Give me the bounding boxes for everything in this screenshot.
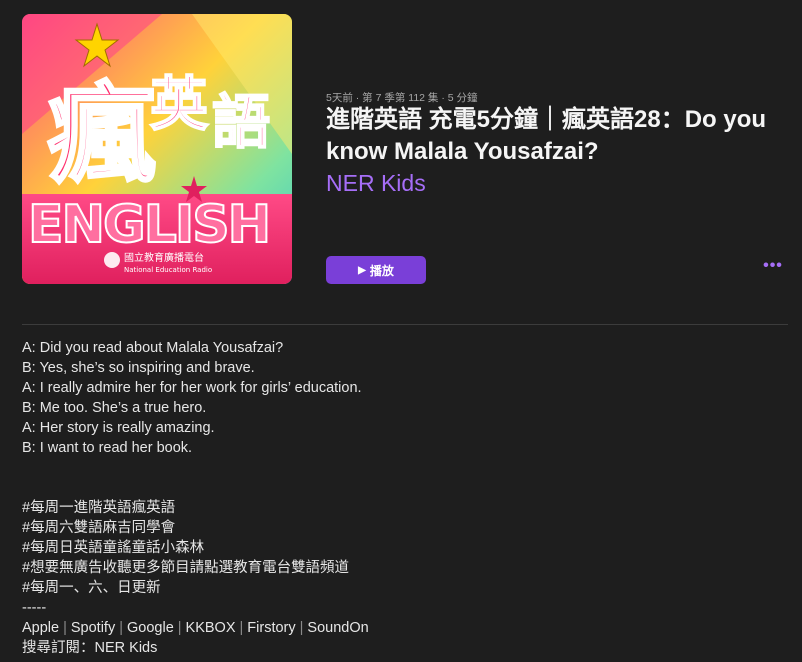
dialogue-line: A: I really admire her for her work for … xyxy=(22,380,362,396)
platform-soundon: SoundOn xyxy=(307,620,369,636)
hashtag-line: #每周六雙語麻吉同學會 xyxy=(22,520,176,536)
show-link[interactable]: NER Kids xyxy=(326,168,426,198)
dash-separator: ----- xyxy=(22,600,47,616)
logo-english-text: National Education Radio xyxy=(124,266,212,274)
separator: | xyxy=(239,620,244,636)
hashtag-line: #每周一進階英語瘋英語 xyxy=(22,500,176,516)
divider xyxy=(22,324,788,325)
dialogue-line: A: Her story is really amazing. xyxy=(22,420,215,436)
platform-kkbox: KKBOX xyxy=(185,620,236,636)
separator: | xyxy=(177,620,182,636)
hashtag-line: #每周一、六、日更新 xyxy=(22,580,161,596)
episode-description: A: Did you read about Malala Yousafzai? … xyxy=(22,338,788,658)
play-icon: ▶ xyxy=(358,264,366,276)
separator: | xyxy=(299,620,304,636)
svg-text:瘋: 瘋 xyxy=(48,73,156,198)
dialogue-line: B: Me too. She’s a true hero. xyxy=(22,400,207,416)
dialogue-line: B: Yes, she’s so inspiring and brave. xyxy=(22,360,255,376)
hashtag-line: #每周日英語童謠童話小森林 xyxy=(22,540,205,556)
podcast-artwork[interactable]: 瘋 英 語 ENGLISH 國立教育廣播電台 National Educatio… xyxy=(22,14,292,284)
episode-meta: 5天前 · 第 7 季第 112 集 · 5 分鐘 xyxy=(326,92,478,104)
platform-apple: Apple xyxy=(22,620,60,636)
logo-chinese-text: 國立教育廣播電台 xyxy=(124,251,204,264)
episode-title: 進階英語 充電5分鐘｜瘋英語28：Do you know Malala Yous… xyxy=(326,106,767,165)
dialogue-line: A: Did you read about Malala Yousafzai? xyxy=(22,340,284,356)
platform-list: Apple | Spotify | Google | KKBOX | Firstory | Soun… xyxy=(22,618,788,638)
dialogue-line: B: I want to read her book. xyxy=(22,440,193,456)
separator: | xyxy=(119,620,123,636)
subscribe-line: 搜尋訂閱：NER Kids xyxy=(22,640,158,656)
svg-text:語: 語 xyxy=(212,88,270,156)
more-options-icon[interactable]: ••• xyxy=(758,258,788,280)
platform-spotify: Spotify xyxy=(70,620,116,636)
play-label: 播放 xyxy=(369,263,394,278)
play-button[interactable]: ▶ 播放 xyxy=(326,256,426,284)
svg-text:英: 英 xyxy=(150,70,209,138)
platform-google: Google xyxy=(127,620,174,636)
svg-text:ENGLISH: ENGLISH xyxy=(28,195,269,255)
artwork-image: 瘋 英 語 ENGLISH 國立教育廣播電台 National Educatio… xyxy=(22,14,292,284)
platform-firstory: Firstory xyxy=(247,620,296,636)
separator: | xyxy=(63,620,67,636)
hashtag-line: #想要無廣告收聽更多節目請點選教育電台雙語頻道 xyxy=(22,560,350,576)
